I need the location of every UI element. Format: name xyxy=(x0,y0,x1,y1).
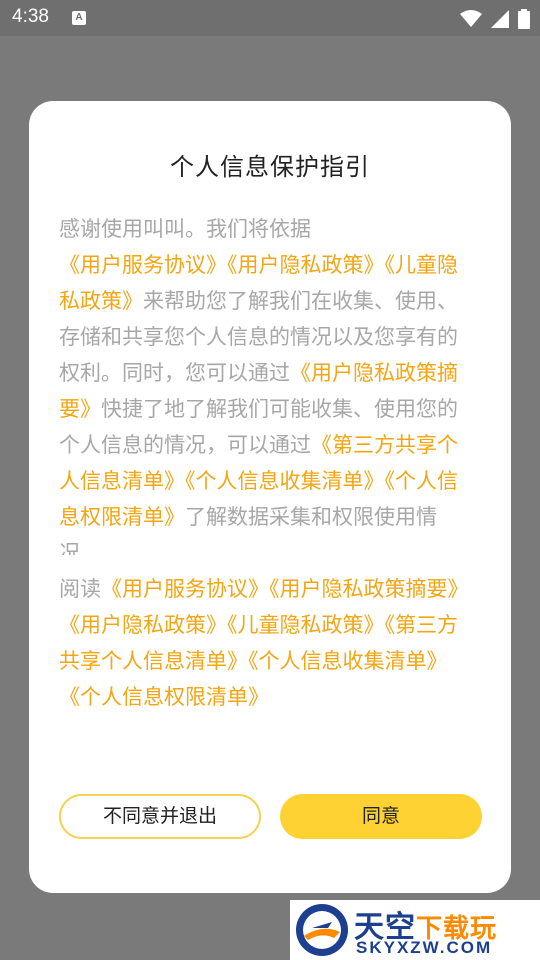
agreement-link[interactable]: 《用户隐私政策》 xyxy=(227,253,385,277)
wifi-icon xyxy=(459,9,482,27)
agreement-link[interactable]: 《用户服务协议》 xyxy=(59,253,227,277)
agreement-link[interactable]: 《个人信息收集清单》 xyxy=(248,649,448,673)
disagree-exit-button[interactable]: 不同意并退出 xyxy=(59,794,261,839)
body-text-segment: 阅读 xyxy=(59,577,101,601)
battery-icon xyxy=(518,8,530,29)
agreement-link[interactable]: 《用户隐私政策摘要》 xyxy=(269,577,469,601)
status-time: 4:38 xyxy=(12,6,49,27)
body-text-segment: 感谢使用叫叫。我们将依据 xyxy=(59,217,311,241)
agreement-link[interactable]: 《儿童隐私政策》 xyxy=(227,613,385,637)
watermark-subtitle: SKYXZW.COM xyxy=(356,938,493,957)
agreement-link[interactable]: 《个人信息收集清单》 xyxy=(185,469,385,493)
notification-icon: A xyxy=(72,11,86,25)
agreement-link[interactable]: 《用户服务协议》 xyxy=(101,577,269,601)
agree-button[interactable]: 同意 xyxy=(280,794,482,839)
agreement-link[interactable]: 《个人信息权限清单》 xyxy=(59,685,269,709)
dialog-title: 个人信息保护指引 xyxy=(170,153,370,181)
agreement-link[interactable]: 《用户隐私政策》 xyxy=(59,613,227,637)
privacy-body-text[interactable]: 感谢使用叫叫。我们将依据《用户服务协议》《用户隐私政策》《儿童隐私政策》来帮助您… xyxy=(59,211,469,555)
watermark-logo-icon xyxy=(296,904,348,956)
read-agreements-text: 阅读《用户服务协议》《用户隐私政策摘要》《用户隐私政策》《儿童隐私政策》《第三方… xyxy=(59,571,469,715)
status-bar: 4:38 A xyxy=(0,0,540,36)
cellular-signal-icon xyxy=(490,9,509,28)
privacy-dialog: 个人信息保护指引 感谢使用叫叫。我们将依据《用户服务协议》《用户隐私政策》《儿童… xyxy=(29,101,511,893)
watermark: 天空下载玩 SKYXZW.COM xyxy=(290,900,540,960)
status-icons xyxy=(456,8,530,29)
